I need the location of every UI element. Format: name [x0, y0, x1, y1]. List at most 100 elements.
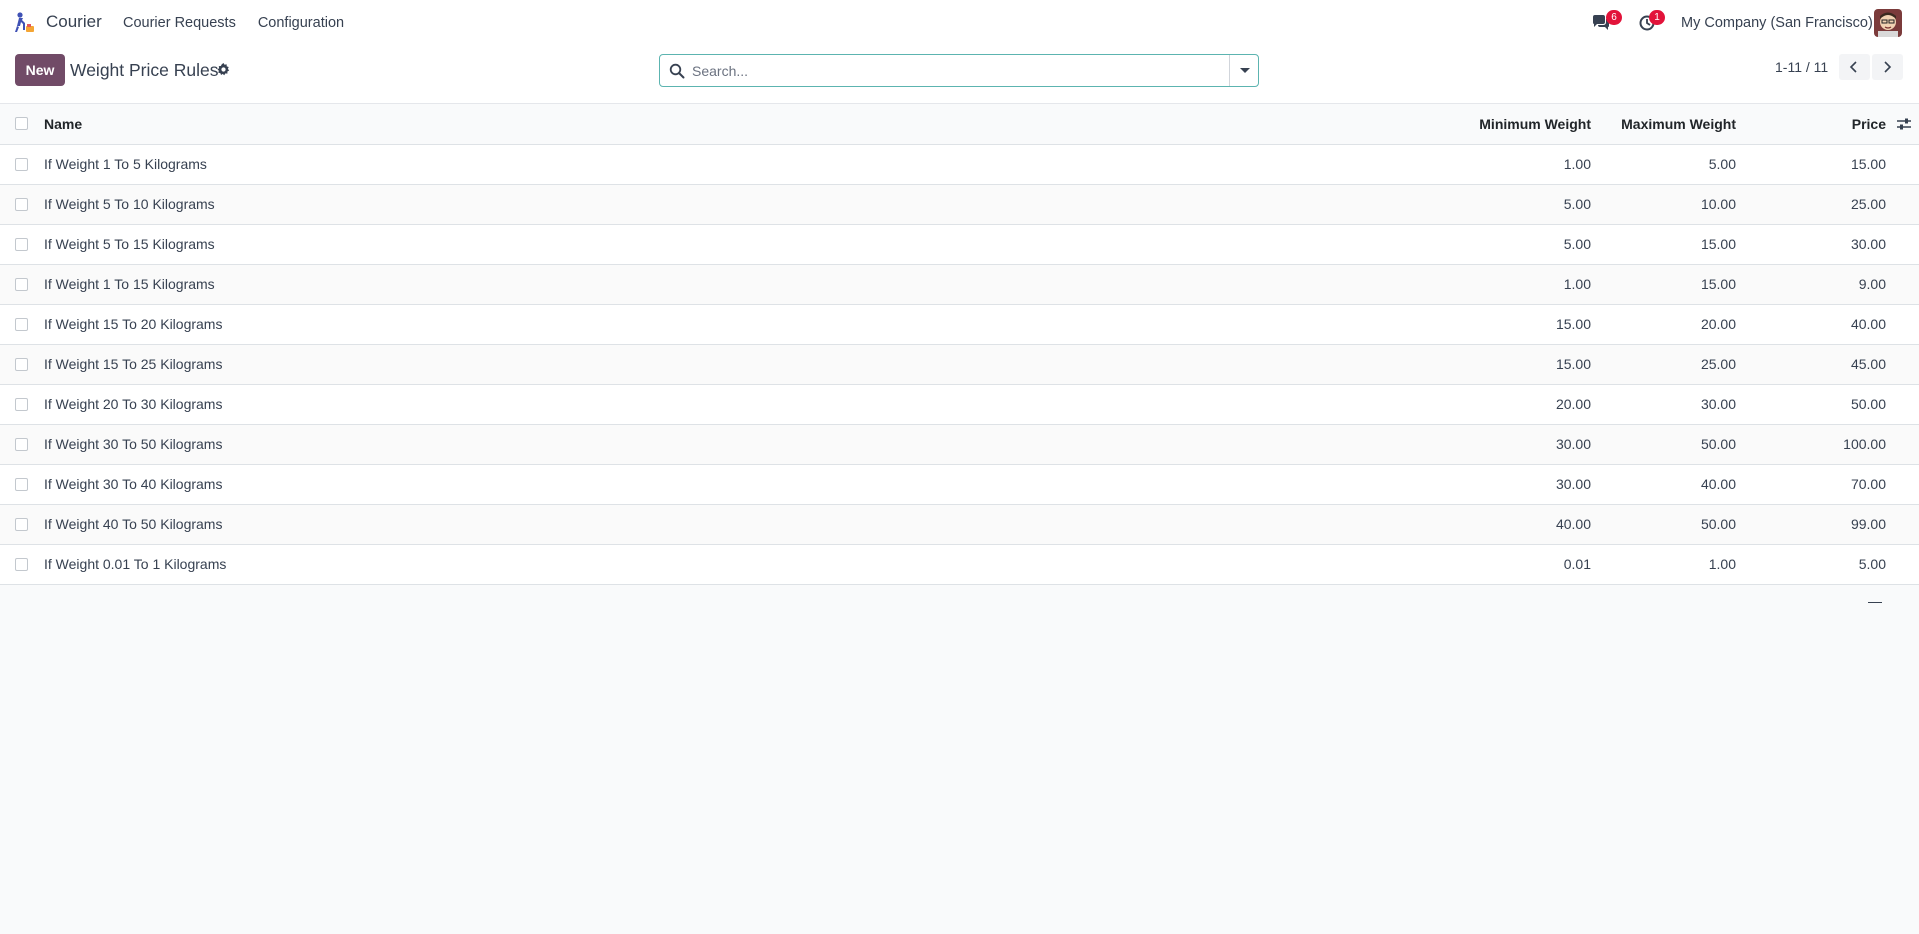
row-checkbox[interactable] — [15, 197, 28, 211]
cell-minimum-weight[interactable]: 0.01 — [1449, 544, 1599, 584]
table-row[interactable]: If Weight 5 To 10 Kilograms 5.00 10.00 25.0… — [0, 184, 1919, 224]
cell-name[interactable]: If Weight 5 To 15 Kilograms — [43, 224, 1449, 264]
cell-price[interactable]: 30.00 — [1744, 224, 1888, 264]
cell-name[interactable]: If Weight 15 To 20 Kilograms — [43, 304, 1449, 344]
cell-minimum-weight[interactable]: 15.00 — [1449, 344, 1599, 384]
cell-minimum-weight[interactable]: 30.00 — [1449, 464, 1599, 504]
cell-price[interactable]: 9.00 — [1744, 264, 1888, 304]
row-checkbox[interactable] — [15, 557, 28, 571]
pager-next-button[interactable] — [1872, 54, 1903, 80]
cell-name[interactable]: If Weight 30 To 50 Kilograms — [43, 424, 1449, 464]
cell-name[interactable]: If Weight 5 To 10 Kilograms — [43, 184, 1449, 224]
cell-name[interactable]: If Weight 20 To 30 Kilograms — [43, 384, 1449, 424]
row-checkbox[interactable] — [15, 277, 28, 291]
row-select-cell — [0, 304, 43, 344]
cell-price[interactable]: 15.00 — [1744, 144, 1888, 184]
cell-maximum-weight[interactable]: 50.00 — [1599, 424, 1744, 464]
search-options-toggle[interactable] — [1229, 55, 1258, 86]
cell-name[interactable]: If Weight 0.01 To 1 Kilograms — [43, 544, 1449, 584]
cell-name[interactable]: If Weight 1 To 15 Kilograms — [43, 264, 1449, 304]
cell-spacer — [1888, 384, 1919, 424]
pager-previous-button[interactable] — [1839, 54, 1870, 80]
row-select-cell — [0, 424, 43, 464]
cell-price[interactable]: 70.00 — [1744, 464, 1888, 504]
table-row[interactable]: If Weight 20 To 30 Kilograms 20.00 30.00 50… — [0, 384, 1919, 424]
row-checkbox[interactable] — [15, 237, 28, 251]
courier-logo-icon[interactable] — [14, 11, 36, 35]
cell-maximum-weight[interactable]: 1.00 — [1599, 544, 1744, 584]
row-checkbox[interactable] — [15, 357, 28, 371]
cell-maximum-weight[interactable]: 40.00 — [1599, 464, 1744, 504]
cell-name[interactable]: If Weight 15 To 25 Kilograms — [43, 344, 1449, 384]
cell-minimum-weight[interactable]: 20.00 — [1449, 384, 1599, 424]
row-select-cell — [0, 264, 43, 304]
menu-configuration[interactable]: Configuration — [258, 15, 344, 31]
column-header-minimum-weight[interactable]: Minimum Weight — [1449, 104, 1599, 144]
cell-name[interactable]: If Weight 1 To 5 Kilograms — [43, 144, 1449, 184]
cell-maximum-weight[interactable]: 30.00 — [1599, 384, 1744, 424]
cell-maximum-weight[interactable]: 50.00 — [1599, 504, 1744, 544]
cell-maximum-weight[interactable]: 20.00 — [1599, 304, 1744, 344]
company-switcher[interactable]: My Company (San Francisco) — [1681, 15, 1873, 31]
cell-price[interactable]: 25.00 — [1744, 184, 1888, 224]
table-row[interactable]: If Weight 15 To 25 Kilograms 15.00 25.00 45… — [0, 344, 1919, 384]
select-all-checkbox[interactable] — [15, 117, 28, 131]
table-header-row: Name Minimum Weight Maximum Weight Price — [0, 104, 1919, 144]
row-checkbox[interactable] — [15, 397, 28, 411]
table-row[interactable]: If Weight 0.01 To 1 Kilograms 0.01 1.00 5.0… — [0, 544, 1919, 584]
cell-maximum-weight[interactable]: 15.00 — [1599, 224, 1744, 264]
cell-spacer — [1888, 304, 1919, 344]
column-header-price[interactable]: Price — [1744, 104, 1888, 144]
table-row[interactable]: If Weight 5 To 15 Kilograms 5.00 15.00 30.0… — [0, 224, 1919, 264]
row-select-cell — [0, 384, 43, 424]
avatar[interactable] — [1874, 9, 1902, 37]
cell-minimum-weight[interactable]: 40.00 — [1449, 504, 1599, 544]
row-checkbox[interactable] — [15, 477, 28, 491]
table-row[interactable]: If Weight 1 To 15 Kilograms 1.00 15.00 9.00 — [0, 264, 1919, 304]
table-row[interactable]: If Weight 30 To 40 Kilograms 30.00 40.00 70… — [0, 464, 1919, 504]
cell-spacer — [1888, 144, 1919, 184]
cell-maximum-weight[interactable]: 5.00 — [1599, 144, 1744, 184]
main-navbar: Courier Courier Requests Configuration 6… — [0, 0, 1919, 46]
cell-maximum-weight[interactable]: 25.00 — [1599, 344, 1744, 384]
cell-price[interactable]: 99.00 — [1744, 504, 1888, 544]
row-select-cell — [0, 504, 43, 544]
app-name[interactable]: Courier — [46, 12, 102, 32]
cell-minimum-weight[interactable]: 1.00 — [1449, 264, 1599, 304]
row-checkbox[interactable] — [15, 517, 28, 531]
list-footer-divider — [1868, 602, 1882, 603]
row-checkbox[interactable] — [15, 437, 28, 451]
cell-minimum-weight[interactable]: 5.00 — [1449, 224, 1599, 264]
row-select-cell — [0, 344, 43, 384]
cell-spacer — [1888, 544, 1919, 584]
table-row[interactable]: If Weight 15 To 20 Kilograms 15.00 20.00 40… — [0, 304, 1919, 344]
cell-minimum-weight[interactable]: 15.00 — [1449, 304, 1599, 344]
pager-value[interactable]: 1-11 / 11 — [1775, 59, 1828, 75]
column-header-name[interactable]: Name — [43, 104, 1449, 144]
menu-courier-requests[interactable]: Courier Requests — [123, 15, 236, 31]
new-button[interactable]: New — [15, 54, 65, 86]
table-row[interactable]: If Weight 1 To 5 Kilograms 1.00 5.00 15.00 — [0, 144, 1919, 184]
gear-icon[interactable] — [217, 63, 230, 76]
row-checkbox[interactable] — [15, 317, 28, 331]
chevron-left-icon — [1849, 61, 1857, 73]
cell-minimum-weight[interactable]: 5.00 — [1449, 184, 1599, 224]
column-header-maximum-weight[interactable]: Maximum Weight — [1599, 104, 1744, 144]
row-checkbox[interactable] — [15, 157, 28, 171]
cell-price[interactable]: 5.00 — [1744, 544, 1888, 584]
search-input[interactable] — [692, 56, 1252, 85]
search-bar — [659, 54, 1259, 87]
sliders-icon[interactable] — [1896, 117, 1912, 131]
cell-name[interactable]: If Weight 40 To 50 Kilograms — [43, 504, 1449, 544]
cell-maximum-weight[interactable]: 15.00 — [1599, 264, 1744, 304]
table-row[interactable]: If Weight 40 To 50 Kilograms 40.00 50.00 99… — [0, 504, 1919, 544]
cell-price[interactable]: 50.00 — [1744, 384, 1888, 424]
cell-price[interactable]: 45.00 — [1744, 344, 1888, 384]
cell-minimum-weight[interactable]: 1.00 — [1449, 144, 1599, 184]
table-row[interactable]: If Weight 30 To 50 Kilograms 30.00 50.00 10… — [0, 424, 1919, 464]
cell-name[interactable]: If Weight 30 To 40 Kilograms — [43, 464, 1449, 504]
cell-price[interactable]: 100.00 — [1744, 424, 1888, 464]
cell-minimum-weight[interactable]: 30.00 — [1449, 424, 1599, 464]
cell-maximum-weight[interactable]: 10.00 — [1599, 184, 1744, 224]
cell-price[interactable]: 40.00 — [1744, 304, 1888, 344]
